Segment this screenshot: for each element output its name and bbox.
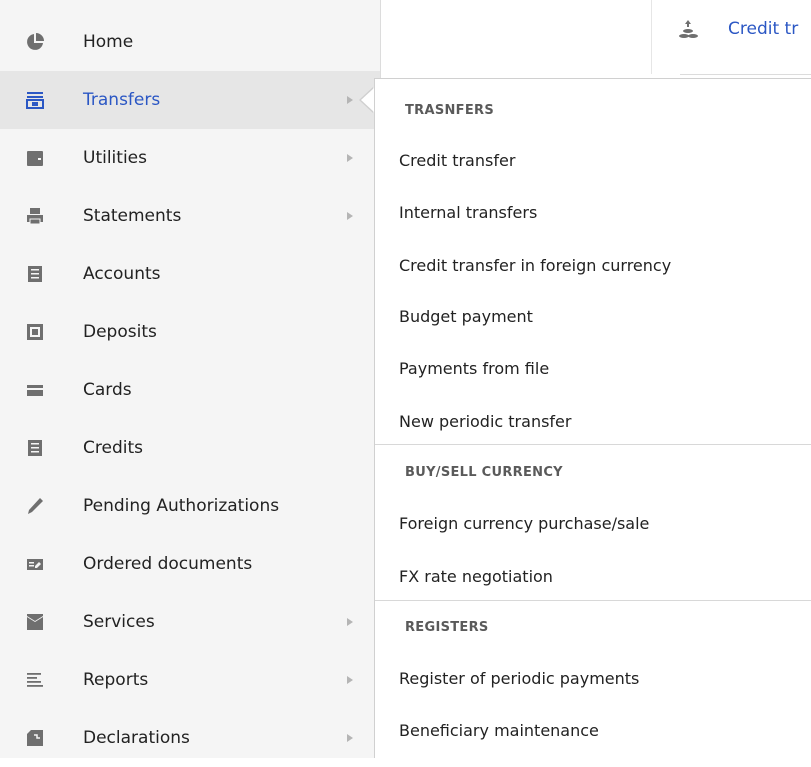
chevron-right-icon (347, 676, 353, 684)
sidebar: Home Transfers Utilities Statements Acco… (0, 0, 381, 758)
list-icon (28, 266, 42, 282)
sidebar-item-credits[interactable]: Credits (0, 419, 380, 477)
lines-icon (27, 673, 43, 687)
submenu-item-internal-transfers[interactable]: Internal transfers (399, 203, 537, 222)
section-divider (375, 444, 811, 445)
sidebar-item-home[interactable]: Home (0, 13, 380, 71)
sidebar-item-pending-authorizations[interactable]: Pending Authorizations (0, 477, 380, 535)
sidebar-item-label: Pending Authorizations (83, 496, 280, 516)
divider (680, 74, 811, 75)
sidebar-item-label: Declarations (83, 728, 190, 748)
submenu-item-new-periodic-transfer[interactable]: New periodic transfer (399, 412, 571, 431)
wallet-icon (27, 151, 43, 166)
credit-transfer-link[interactable]: Credit tr (728, 19, 798, 39)
transfers-submenu: TRASNFERS Credit transfer Internal trans… (374, 78, 811, 758)
sidebar-item-label: Home (83, 32, 134, 52)
sidebar-item-deposits[interactable]: Deposits (0, 303, 380, 361)
chevron-right-icon (347, 212, 353, 220)
chevron-right-icon (347, 154, 353, 162)
submenu-item-payments-from-file[interactable]: Payments from file (399, 359, 549, 378)
sidebar-item-label: Utilities (83, 148, 147, 168)
sidebar-item-declarations[interactable]: Declarations (0, 709, 380, 767)
sidebar-item-label: Statements (83, 206, 182, 226)
submenu-item-budget-payment[interactable]: Budget payment (399, 307, 533, 326)
sidebar-item-reports[interactable]: Reports (0, 651, 380, 709)
sidebar-item-accounts[interactable]: Accounts (0, 245, 380, 303)
pie-chart-icon (27, 33, 44, 50)
section-header-registers: REGISTERS (405, 620, 489, 635)
section-header-transfers: TRASNFERS (405, 103, 495, 118)
inbox-icon (27, 614, 43, 630)
sidebar-item-transfers[interactable]: Transfers (0, 71, 380, 129)
sidebar-item-statements[interactable]: Statements (0, 187, 380, 245)
safe-icon (27, 324, 43, 340)
submenu-item-fx-rate-negotiation[interactable]: FX rate negotiation (399, 567, 553, 586)
sidebar-item-label: Reports (83, 670, 149, 690)
sidebar-item-utilities[interactable]: Utilities (0, 129, 380, 187)
sidebar-item-label: Cards (83, 380, 132, 400)
transfer-icon (26, 92, 44, 109)
submenu-item-credit-transfer-foreign-currency[interactable]: Credit transfer in foreign currency (399, 256, 671, 275)
pen-icon (28, 498, 43, 514)
section-divider (375, 600, 811, 601)
sidebar-item-cards[interactable]: Cards (0, 361, 380, 419)
card-icon (27, 385, 43, 396)
chevron-right-icon (347, 618, 353, 626)
submenu-item-foreign-currency-purchase-sale[interactable]: Foreign currency purchase/sale (399, 514, 649, 533)
chevron-right-icon (347, 96, 353, 104)
document-edit-icon (27, 559, 43, 570)
sidebar-item-label: Credits (83, 438, 143, 458)
printer-icon (27, 208, 43, 225)
sidebar-item-label: Ordered documents (83, 554, 253, 574)
chevron-right-icon (347, 734, 353, 742)
sidebar-item-ordered-documents[interactable]: Ordered documents (0, 535, 380, 593)
sidebar-item-label: Services (83, 612, 155, 632)
submenu-item-beneficiary-maintenance[interactable]: Beneficiary maintenance (399, 721, 599, 740)
sidebar-item-label: Transfers (83, 90, 161, 110)
section-header-buy-sell-currency: BUY/SELL CURRENCY (405, 465, 563, 480)
flyout-caret-inner (361, 88, 374, 112)
divider (651, 0, 652, 74)
submenu-item-credit-transfer[interactable]: Credit transfer (399, 151, 515, 170)
submenu-item-register-periodic-payments[interactable]: Register of periodic payments (399, 669, 639, 688)
sidebar-item-services[interactable]: Services (0, 593, 380, 651)
sidebar-item-label: Accounts (83, 264, 161, 284)
list-icon (28, 440, 42, 456)
content-header (381, 0, 811, 78)
declaration-icon (27, 730, 43, 746)
coins-upload-icon (679, 20, 698, 38)
sidebar-item-label: Deposits (83, 322, 157, 342)
